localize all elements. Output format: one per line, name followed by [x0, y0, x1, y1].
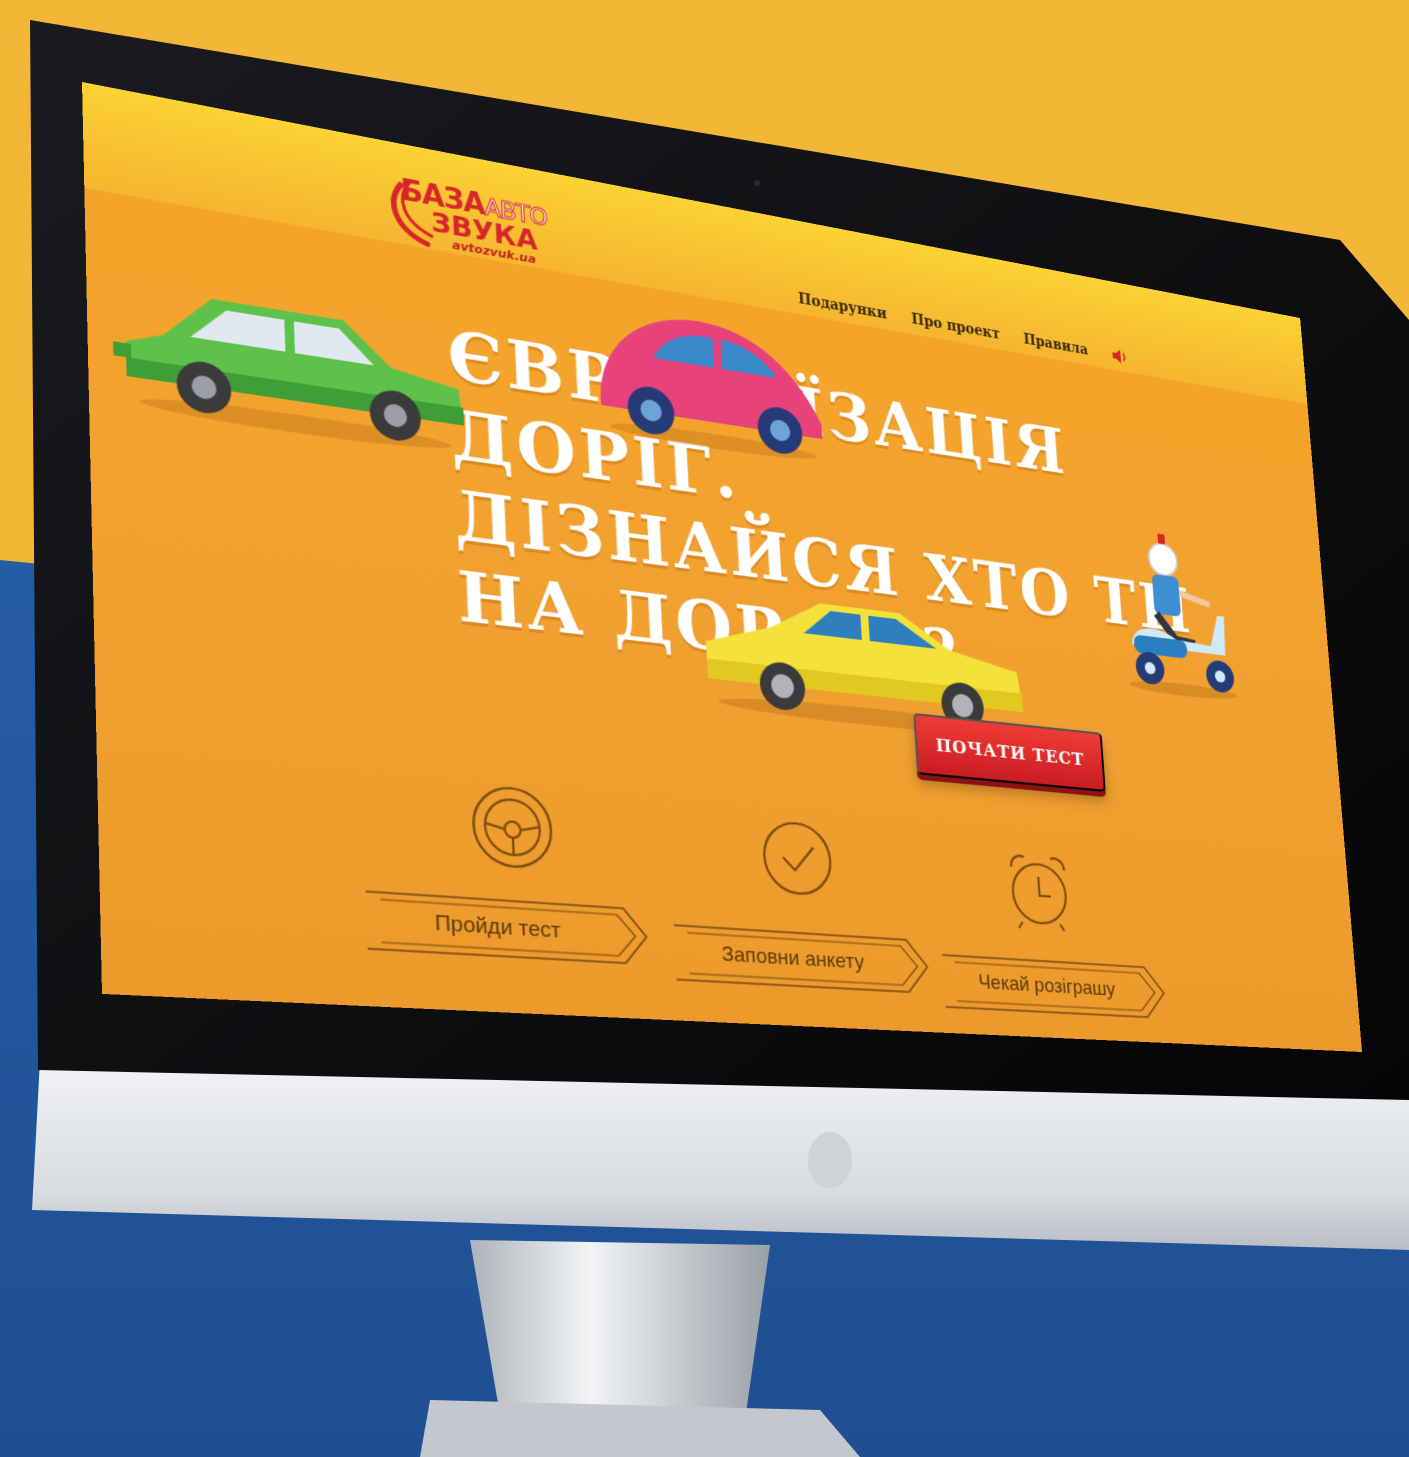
monitor-stand	[470, 1240, 770, 1420]
steering-wheel-icon	[465, 777, 560, 876]
scooter-rider-illustration	[1128, 533, 1239, 703]
alarm-clock-icon	[1000, 845, 1077, 934]
checkmark-circle-icon	[756, 814, 839, 903]
step-label: Чекай розіграшу	[977, 971, 1116, 1001]
speaker-icon[interactable]	[1110, 346, 1129, 367]
